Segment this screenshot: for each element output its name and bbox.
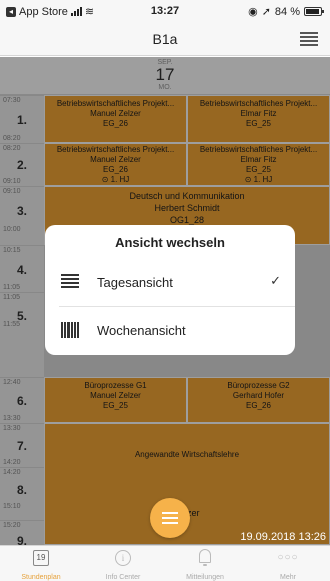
dialog-title: Ansicht wechseln [115,235,225,250]
hamburger-line [162,512,178,514]
tab-label: Mehr [280,574,296,581]
tab-info-center[interactable]: i Info Center [82,546,164,581]
alarm-icon: ◉ [248,6,258,18]
hamburger-line [162,517,178,519]
option-label: Tagesansicht [97,275,173,290]
last-updated: 19.09.2018 13:26 [240,531,326,543]
tab-bar: 19 Stundenplan i Info Center Mitteilunge… [0,545,330,581]
checkmark-icon: ✓ [270,273,281,288]
tab-mitteilungen[interactable]: Mitteilungen [164,546,246,581]
tab-label: Info Center [105,574,141,581]
tab-stundenplan[interactable]: 19 Stundenplan [0,546,82,581]
more-icon: ○○○ [277,552,299,563]
week-grid-icon [61,322,80,338]
battery-icon [304,7,324,16]
class-title: B1a [152,31,178,47]
battery-percent: 84 % [274,5,300,18]
tab-label: Stundenplan [21,574,61,581]
info-icon: i [115,550,131,566]
nav-bar: B1a [0,22,330,56]
view-switch-dialog: Ansicht wechseln Tagesansicht ✓ Wochenan… [45,225,295,355]
status-bar: ◂ App Store ≋ 13:27 ◉ ➚ 84 % [0,0,330,22]
location-icon: ➚ [261,6,271,18]
menu-fab[interactable] [150,498,190,538]
option-week-view[interactable]: Wochenansicht [45,309,295,353]
tab-mehr[interactable]: ○○○ Mehr [246,546,330,581]
calendar-icon: 19 [33,550,49,566]
option-day-view[interactable]: Tagesansicht ✓ [45,261,295,305]
hamburger-line [162,522,178,524]
tab-label: Mitteilungen [186,574,224,581]
menu-icon[interactable] [300,32,318,46]
divider [59,306,295,307]
list-icon [61,274,79,290]
bell-icon [199,549,211,566]
option-label: Wochenansicht [97,323,186,338]
